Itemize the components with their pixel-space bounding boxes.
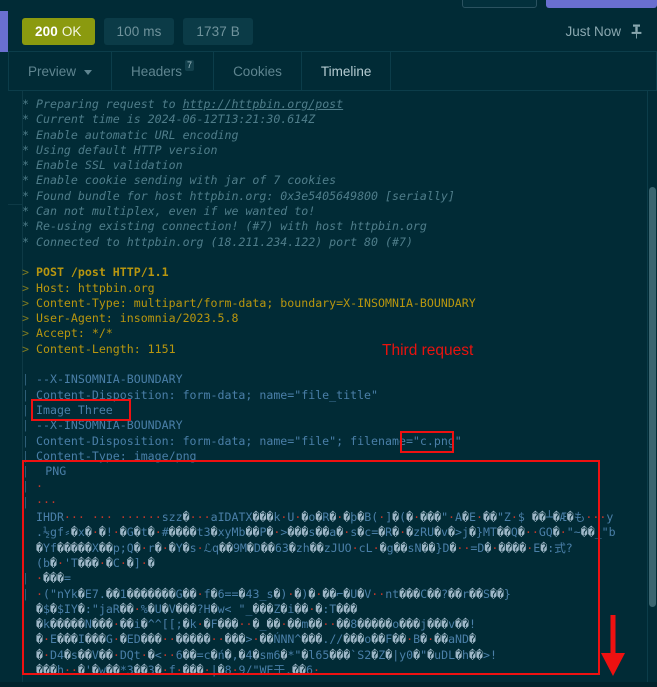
log-gutter-marker: * bbox=[22, 97, 29, 111]
timeline-log-body: * Preparing request to http://httpbin.org… bbox=[8, 97, 657, 678]
status-code: 200 bbox=[35, 23, 58, 39]
status-badge[interactable]: 200 OK bbox=[22, 17, 95, 45]
log-gutter-marker: > bbox=[22, 265, 29, 280]
log-line: | --X-INSOMNIA-BOUNDARY bbox=[22, 418, 183, 433]
timeline-log-pane[interactable]: * Preparing request to http://httpbin.org… bbox=[8, 91, 657, 687]
headers-count-badge: 7 bbox=[185, 60, 195, 71]
log-gutter-marker: | bbox=[22, 387, 29, 402]
status-text: OK bbox=[61, 23, 82, 39]
log-gutter-marker: * bbox=[22, 188, 29, 203]
tab-cookies-label: Cookies bbox=[233, 63, 282, 79]
tab-headers-label: Headers bbox=[131, 63, 183, 79]
log-line: > POST /post HTTP/1.1 bbox=[22, 265, 169, 280]
log-line: > Content-Type: multipart/form-data; boun… bbox=[22, 295, 476, 310]
log-line: * Re-using existing connection! (#7) with… bbox=[22, 219, 427, 234]
down-arrow-icon bbox=[601, 615, 625, 676]
log-line: ���h··�'�w��*3��3�·f·���·|�8·9/"WE于.��6· bbox=[36, 662, 320, 677]
log-line: * Using default HTTP version bbox=[22, 142, 218, 157]
tab-preview-label: Preview bbox=[28, 63, 77, 79]
tab-timeline-label: Timeline bbox=[320, 63, 372, 79]
log-line: IHDR··· ··· ······szz�···aIDATX���k·U·�o… bbox=[36, 510, 614, 525]
log-line: > Accept: */* bbox=[22, 326, 113, 341]
log-line: * Current time is 2024-06-12T13:21:30.614… bbox=[22, 112, 316, 127]
log-line: > User-Agent: insomnia/2023.5.8 bbox=[22, 311, 239, 326]
log-line: * Connected to httpbin.org (18.211.234.12… bbox=[22, 234, 413, 249]
chevron-down-icon bbox=[84, 69, 93, 75]
response-status-bar: 200 OK 100 ms 1737 B Just Now bbox=[8, 11, 657, 52]
log-line: | Content-Disposition: form-data; name="f… bbox=[22, 387, 379, 402]
log-line: | ··· bbox=[22, 494, 57, 509]
log-line: * Enable cookie sending with jar of 7 coo… bbox=[22, 173, 337, 188]
log-line: > Content-Length: 1151 bbox=[22, 341, 176, 356]
log-gutter-marker: | bbox=[22, 433, 29, 448]
log-gutter-marker: * bbox=[22, 219, 29, 234]
log-gutter-marker: * bbox=[22, 127, 29, 142]
annotation-third-request: Third request bbox=[382, 342, 474, 359]
status-bar-right: Just Now bbox=[565, 24, 643, 39]
vertical-scrollbar-track[interactable] bbox=[648, 91, 657, 687]
log-link[interactable]: http://httpbin.org/post bbox=[183, 97, 344, 111]
log-line: * Can not multiplex, even if we wanted to… bbox=[22, 204, 316, 219]
log-line: �·D4�s��V��·DQt·�<··6��=c�ń�,�4�sm6�*"�l… bbox=[36, 647, 497, 662]
log-line: (b�·'T���·�C·�]·� bbox=[36, 555, 155, 570]
log-line: .½gf⸗�x�·�!·�G�t�·#����t3�xyMb��P�·>���s… bbox=[36, 525, 616, 540]
log-gutter-marker: | bbox=[22, 418, 29, 433]
log-gutter-marker: > bbox=[22, 311, 29, 326]
log-line: | Content-Disposition: form-data; name="f… bbox=[22, 433, 462, 448]
pin-icon[interactable] bbox=[630, 24, 643, 39]
log-gutter-marker: * bbox=[22, 158, 29, 173]
top-partial-strip bbox=[0, 0, 657, 11]
log-gutter-marker: | bbox=[22, 479, 29, 494]
log-line: | Image Three bbox=[22, 402, 113, 417]
log-gutter-marker: * bbox=[22, 142, 29, 157]
log-line: | Content-Type: image/png bbox=[22, 448, 197, 463]
pane-bottom-edge bbox=[0, 682, 657, 687]
log-gutter-marker: > bbox=[22, 280, 29, 295]
log-gutter-marker: * bbox=[22, 204, 29, 219]
log-gutter-marker: * bbox=[22, 234, 29, 249]
log-line: | ·���= bbox=[22, 571, 71, 586]
log-gutter-marker: | bbox=[22, 464, 29, 479]
response-tab-bar: Preview Headers 7 Cookies Timeline bbox=[8, 52, 657, 91]
tab-timeline[interactable]: Timeline bbox=[302, 52, 392, 90]
log-gutter-marker: | bbox=[22, 586, 29, 601]
log-line: �$�$IY�:"jaR��·%�U�V���?H�w< "_���Z�i��·… bbox=[36, 601, 358, 616]
tab-headers[interactable]: Headers 7 bbox=[112, 52, 215, 90]
tab-preview[interactable]: Preview bbox=[8, 52, 113, 90]
log-line: | PNG bbox=[22, 464, 67, 479]
tab-cookies[interactable]: Cookies bbox=[214, 52, 302, 90]
log-gutter-marker: | bbox=[22, 494, 29, 509]
log-gutter-marker: * bbox=[22, 112, 29, 127]
toolbar-secondary-button[interactable] bbox=[462, 0, 537, 8]
vertical-scrollbar-thumb[interactable] bbox=[649, 187, 656, 607]
log-line: * Found bundle for host httpbin.org: 0x3e… bbox=[22, 188, 455, 203]
tab-bar-filler bbox=[391, 52, 657, 90]
response-pane: 200 OK 100 ms 1737 B Just Now Preview Hea… bbox=[0, 0, 657, 687]
log-line: | ·("nYk�E7.��1�������G��·f�6==�43_s�)·�)… bbox=[22, 586, 511, 601]
log-line: * Enable automatic URL encoding bbox=[22, 127, 239, 142]
log-line: �·E���I���G·�ED���··�����··���>·��ŃNN^��… bbox=[36, 632, 476, 647]
log-line: > Host: httpbin.org bbox=[22, 280, 155, 295]
log-gutter-marker: | bbox=[22, 448, 29, 463]
response-size-badge[interactable]: 1737 B bbox=[183, 17, 253, 45]
log-line: �k�����N���·��i�^^[[;�k·�F���··�_��·��m�… bbox=[36, 617, 476, 632]
left-accent-bar bbox=[0, 11, 8, 52]
response-timestamp: Just Now bbox=[565, 23, 621, 39]
log-line: | --X-INSOMNIA-BOUNDARY bbox=[22, 372, 183, 387]
log-line: �Yf�����X��p;Q�·r�·�Y�s·ℒq��9M�D��63�zh�… bbox=[36, 540, 573, 555]
log-line: * Enable SSL validation bbox=[22, 158, 183, 173]
log-gutter-marker: > bbox=[22, 326, 29, 341]
log-gutter-marker: * bbox=[22, 173, 29, 188]
log-gutter-marker: | bbox=[22, 372, 29, 387]
toolbar-send-button[interactable] bbox=[546, 0, 657, 8]
response-time-badge[interactable]: 100 ms bbox=[103, 17, 175, 45]
log-gutter-marker: | bbox=[22, 571, 29, 586]
log-line: | · bbox=[22, 479, 43, 494]
log-gutter-marker: > bbox=[22, 295, 29, 310]
log-line: * Preparing request to http://httpbin.org… bbox=[22, 97, 344, 111]
log-gutter-marker: | bbox=[22, 402, 29, 417]
log-gutter-marker: > bbox=[22, 341, 29, 356]
